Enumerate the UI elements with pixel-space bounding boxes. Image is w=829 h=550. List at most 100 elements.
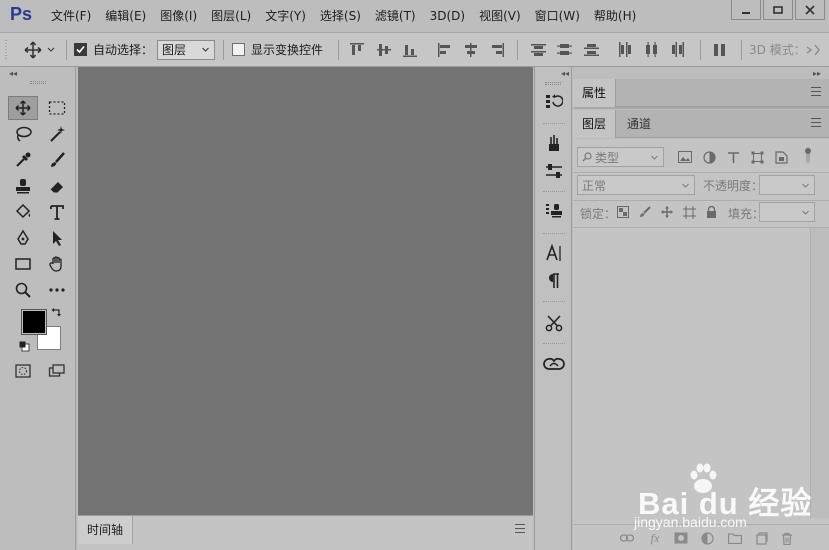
close-button[interactable]: [795, 0, 825, 20]
layers-tab-row: 图层 通道: [573, 110, 829, 138]
tool-presets-panel-button[interactable]: [539, 310, 569, 336]
swap-colors-button[interactable]: [51, 307, 62, 321]
tab-timeline[interactable]: 时间轴: [78, 516, 134, 544]
align-right-button[interactable]: [490, 33, 504, 66]
3d-mode-toggle[interactable]: [805, 33, 823, 66]
filter-toggle-switch[interactable]: [804, 147, 812, 163]
clone-source-panel-button[interactable]: [539, 198, 569, 224]
lasso-tool-button[interactable]: [8, 122, 38, 146]
tool-preset-picker[interactable]: [24, 33, 56, 66]
brush-icon: [51, 152, 65, 167]
default-colors-icon: [19, 341, 30, 352]
filter-type-button[interactable]: [725, 149, 741, 165]
panel-grip[interactable]: [30, 81, 46, 84]
menu-image[interactable]: 图像(I): [153, 0, 204, 32]
quick-mask-button[interactable]: [8, 359, 38, 383]
more-tools-button[interactable]: [42, 278, 72, 302]
smart-object-icon: [774, 150, 788, 164]
filter-smart-object-button[interactable]: [773, 149, 789, 165]
lasso-icon: [16, 126, 32, 142]
menu-view[interactable]: 视图(V): [472, 0, 528, 32]
menu-file[interactable]: 文件(F): [44, 0, 98, 32]
eyedropper-tool-button[interactable]: [8, 148, 38, 172]
type-icon: [727, 151, 739, 163]
zoom-tool-button[interactable]: [8, 278, 38, 302]
pen-tool-button[interactable]: [8, 226, 38, 250]
stamp-tool-button[interactable]: [8, 174, 38, 198]
properties-menu-button[interactable]: [811, 87, 821, 97]
lock-artboard-button[interactable]: [681, 204, 697, 220]
lock-position-button[interactable]: [659, 204, 675, 220]
path-selection-tool-button[interactable]: [42, 226, 72, 250]
brush-tool-button[interactable]: [42, 148, 72, 172]
menu-filter[interactable]: 滤镜(T): [368, 0, 423, 32]
auto-select-dropdown[interactable]: 图层: [157, 39, 215, 60]
collapse-icon[interactable]: ▸▸: [813, 69, 821, 78]
window-controls: [729, 0, 825, 20]
menu-layer[interactable]: 图层(L): [204, 0, 258, 32]
paint-bucket-tool-button[interactable]: [8, 200, 38, 224]
menu-3d[interactable]: 3D(D): [423, 0, 472, 32]
align-vcenter-button[interactable]: [377, 33, 391, 66]
marquee-tool-button[interactable]: [42, 96, 72, 120]
collapsed-panels-strip: ◂◂: [534, 67, 572, 550]
lock-all-button[interactable]: [703, 204, 719, 220]
move-tool-button[interactable]: [8, 96, 38, 120]
maximize-button[interactable]: [763, 0, 793, 20]
paragraph-panel-button[interactable]: [539, 268, 569, 294]
menu-help[interactable]: 帮助(H): [587, 0, 643, 32]
filter-pixel-button[interactable]: [677, 149, 693, 165]
show-transform-checkbox[interactable]: [232, 43, 245, 56]
auto-select-checkbox[interactable]: [74, 43, 87, 56]
menu-edit[interactable]: 编辑(E): [98, 0, 153, 32]
default-colors-button[interactable]: [19, 341, 30, 355]
document-canvas-area[interactable]: [78, 67, 533, 515]
options-grip: [4, 33, 8, 66]
hand-tool-button[interactable]: [42, 252, 72, 276]
tab-channels[interactable]: 通道: [618, 110, 660, 138]
distribute-left-button[interactable]: [618, 33, 632, 66]
lock-pixels-button[interactable]: [637, 204, 653, 220]
type-icon: [50, 205, 64, 220]
tab-layers[interactable]: 图层: [573, 110, 617, 138]
align-hcenter-button[interactable]: [464, 33, 478, 66]
align-bottom-button[interactable]: [403, 33, 417, 66]
screen-mode-button[interactable]: [42, 359, 72, 383]
menu-window[interactable]: 窗口(W): [528, 0, 587, 32]
distribute-right-button[interactable]: [671, 33, 685, 66]
shape-tool-button[interactable]: [8, 252, 38, 276]
filter-shape-button[interactable]: [749, 149, 765, 165]
align-left-button[interactable]: [438, 33, 452, 66]
minimize-button[interactable]: [731, 0, 761, 20]
character-panel-button[interactable]: [539, 240, 569, 266]
expand-icon[interactable]: ◂◂: [561, 69, 569, 78]
history-panel-button[interactable]: [539, 89, 569, 115]
distribute-bottom-button[interactable]: [584, 33, 599, 66]
adjustments-panel-button[interactable]: [539, 158, 569, 184]
distribute-top-button[interactable]: [531, 33, 546, 66]
foreground-color-swatch[interactable]: [21, 309, 47, 335]
filter-adjustment-button[interactable]: [701, 149, 717, 165]
lock-transparent-button[interactable]: [615, 204, 631, 220]
tab-properties[interactable]: 属性: [573, 79, 617, 107]
blend-mode-dropdown[interactable]: 正常: [577, 175, 695, 195]
distribute-vcenter-button[interactable]: [557, 33, 572, 66]
menu-type[interactable]: 文字(Y): [258, 0, 313, 32]
type-tool-button[interactable]: [42, 200, 72, 224]
libraries-panel-button[interactable]: [539, 351, 569, 377]
eraser-tool-button[interactable]: [42, 174, 72, 198]
distribute-left-icon: [619, 42, 631, 57]
fill-input[interactable]: [759, 202, 815, 222]
collapse-icon[interactable]: ◂◂: [9, 69, 17, 78]
panel-grip[interactable]: [545, 82, 561, 85]
opacity-input[interactable]: [759, 175, 815, 195]
auto-align-button[interactable]: [713, 33, 727, 66]
layers-menu-button[interactable]: [811, 118, 821, 128]
align-top-button[interactable]: [350, 33, 364, 66]
distribute-hcenter-button[interactable]: [645, 33, 659, 66]
brushes-panel-button[interactable]: [539, 130, 569, 156]
menu-select[interactable]: 选择(S): [313, 0, 368, 32]
timeline-menu-button[interactable]: [515, 524, 525, 534]
layer-filter-dropdown[interactable]: 类型: [577, 147, 664, 167]
magic-wand-tool-button[interactable]: [42, 122, 72, 146]
